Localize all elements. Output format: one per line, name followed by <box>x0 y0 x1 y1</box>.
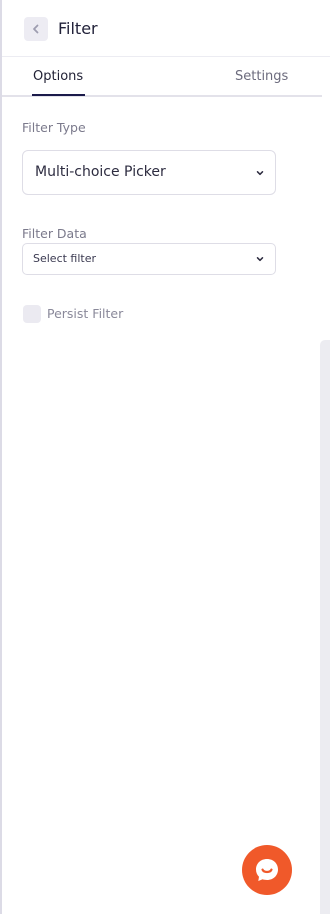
filter-type-label: Filter Type <box>22 120 86 135</box>
persist-filter-checkbox[interactable] <box>23 305 41 323</box>
page-title: Filter <box>58 19 98 38</box>
back-button[interactable] <box>24 17 48 41</box>
chevron-left-icon <box>33 24 39 34</box>
tab-settings[interactable]: Settings <box>235 68 288 86</box>
filter-type-select[interactable]: Multi-choice Picker <box>22 150 276 195</box>
scrollbar-track[interactable] <box>320 340 330 914</box>
persist-filter-label: Persist Filter <box>47 306 124 321</box>
filter-type-value: Multi-choice Picker <box>35 164 166 180</box>
chat-bubble-smile-icon <box>256 859 278 881</box>
panel-header: Filter <box>2 0 330 57</box>
filter-data-select[interactable]: Select filter <box>22 243 276 275</box>
panel-left-border <box>0 0 2 914</box>
chevron-down-icon <box>256 171 264 176</box>
tab-options[interactable]: Options <box>33 68 83 86</box>
chevron-down-icon <box>256 257 264 262</box>
tab-bar: Options Settings <box>2 57 322 97</box>
filter-data-value: Select filter <box>33 252 97 265</box>
active-tab-indicator <box>32 94 85 96</box>
filter-data-label: Filter Data <box>22 226 87 241</box>
chat-button[interactable] <box>242 845 292 895</box>
